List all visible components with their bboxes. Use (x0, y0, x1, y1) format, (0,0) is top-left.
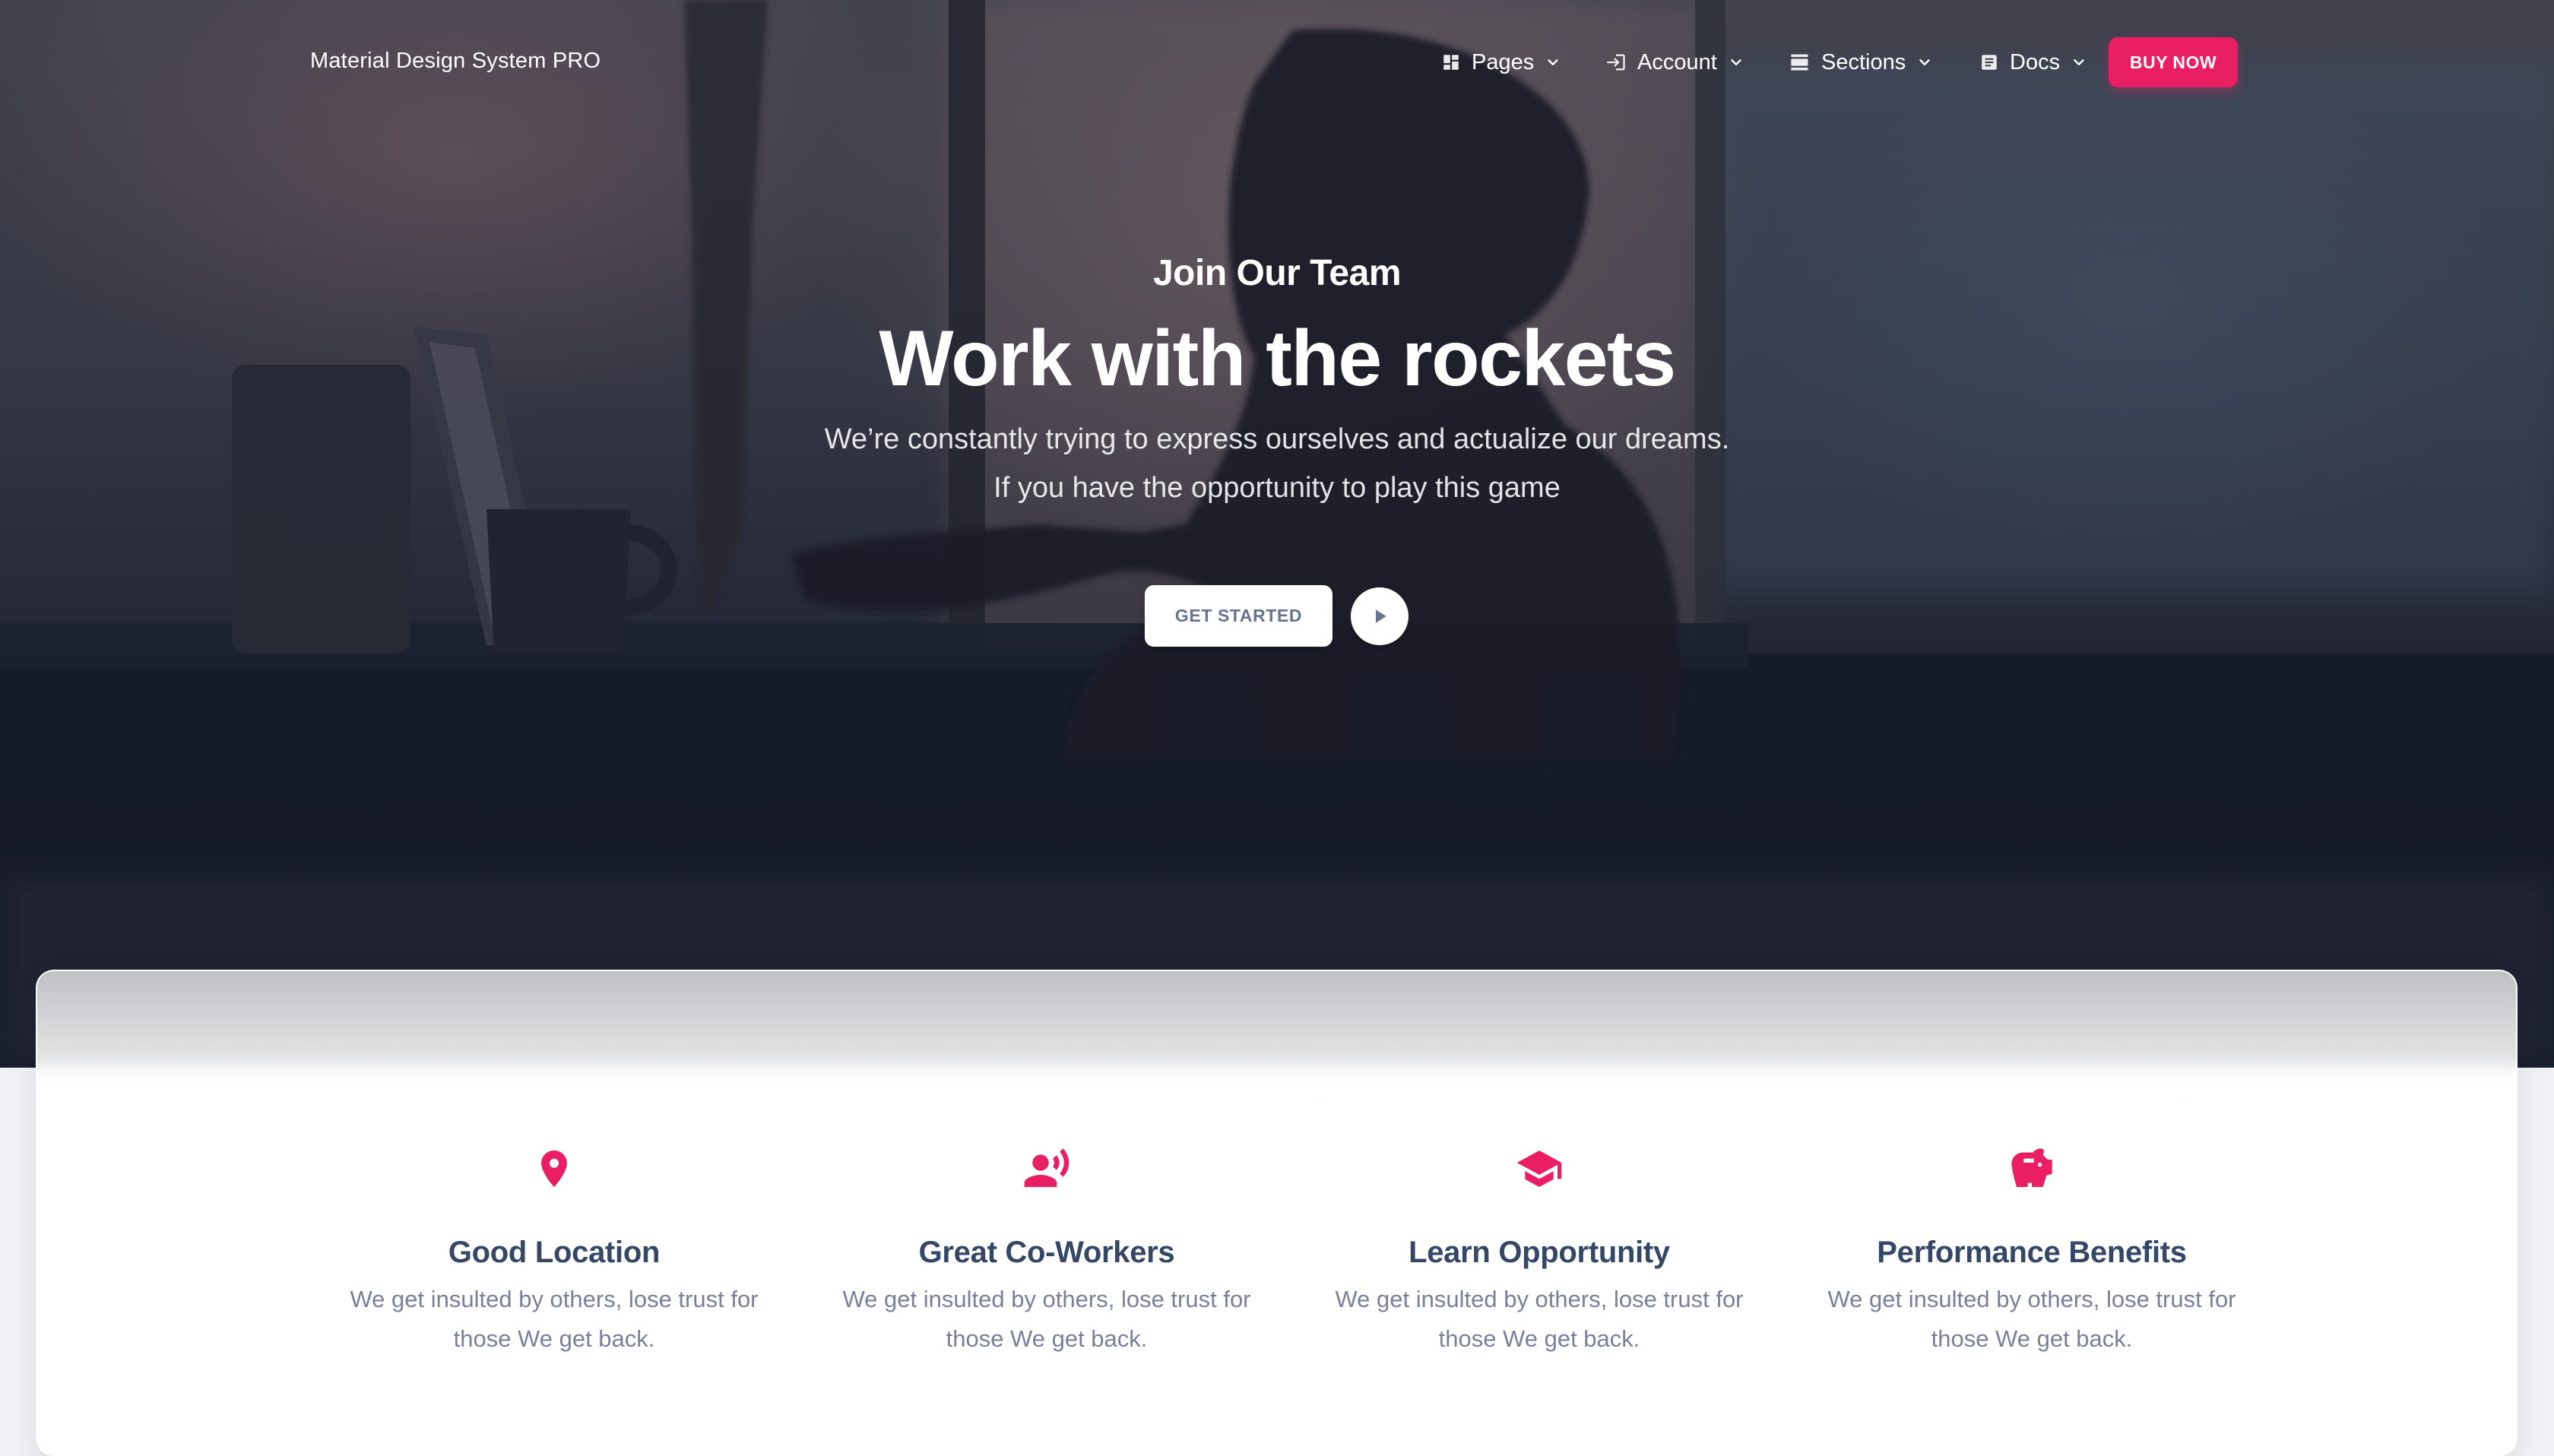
nav-item-sections-label: Sections (1821, 49, 1906, 74)
feature-description-line-2: those We get back. (1438, 1325, 1640, 1352)
location-pin-icon (541, 1150, 567, 1188)
features-card: Good Location We get insulted by others,… (36, 970, 2518, 1456)
feature-description-line-1: We get insulted by others, lose trust fo… (1827, 1286, 2236, 1312)
hero-cta-row: GET STARTED (1145, 585, 1409, 647)
nav-item-sections[interactable]: Sections (1789, 46, 1933, 79)
brand-link[interactable]: Material Design System PRO (310, 49, 600, 74)
play-video-button[interactable] (1351, 587, 1409, 645)
buy-now-button[interactable]: BUY NOW (2109, 37, 2238, 87)
feature-description: We get insulted by others, lose trust fo… (1323, 1280, 1756, 1359)
hero-content: Join Our Team Work with the rockets We’r… (0, 243, 2554, 512)
feature-learn-opportunity: Learn Opportunity We get insulted by oth… (1311, 1138, 1767, 1359)
top-navbar: Material Design System PRO Pages Account… (0, 0, 2554, 125)
feature-great-co-workers: Great Co-Workers We get insulted by othe… (819, 1138, 1275, 1359)
chevron-down-icon (1731, 59, 1741, 65)
hero-lead-line-2: If you have the opportunity to play this… (993, 472, 1561, 504)
get-started-button[interactable]: GET STARTED (1145, 585, 1332, 647)
feature-title: Good Location (448, 1236, 661, 1269)
nav-item-docs[interactable]: Docs (1979, 46, 2087, 79)
hero-title: Work with the rockets (879, 315, 1676, 403)
feature-title: Performance Benefits (1877, 1236, 2187, 1269)
feature-description-line-2: those We get back. (946, 1325, 1148, 1352)
feature-icon (326, 1138, 782, 1199)
feature-description: We get insulted by others, lose trust fo… (830, 1280, 1263, 1359)
chevron-down-icon (1919, 59, 1930, 65)
nav-item-account[interactable]: Account (1605, 46, 1744, 79)
hero-overlay (0, 0, 2554, 1068)
chevron-down-icon (2074, 59, 2084, 65)
nav-item-docs-label: Docs (2010, 49, 2061, 74)
nav-item-pages-label: Pages (1472, 49, 1535, 74)
feature-description-line-1: We get insulted by others, lose trust fo… (350, 1286, 759, 1312)
chevron-down-icon (1548, 59, 1558, 65)
feature-performance-benefits: Performance Benefits We get insulted by … (1804, 1138, 2260, 1359)
feature-description-line-2: those We get back. (453, 1325, 655, 1352)
savings-icon (2011, 1148, 2052, 1187)
login-icon (1607, 54, 1625, 71)
play-icon (1376, 609, 1386, 623)
feature-icon (1804, 1138, 2260, 1199)
record-voice-icon (1024, 1148, 1069, 1187)
school-icon (1516, 1151, 1562, 1187)
feature-good-location: Good Location We get insulted by others,… (326, 1138, 782, 1359)
feature-description-line-1: We get insulted by others, lose trust fo… (842, 1286, 1251, 1312)
nav-item-account-label: Account (1637, 49, 1717, 74)
hero-section: Material Design System PRO Pages Account… (0, 0, 2554, 1068)
feature-description: We get insulted by others, lose trust fo… (1815, 1280, 2248, 1359)
feature-title: Learn Opportunity (1409, 1236, 1670, 1269)
feature-title: Great Co-Workers (918, 1236, 1175, 1269)
hero-eyebrow: Join Our Team (1152, 253, 1402, 293)
feature-description-line-2: those We get back. (1931, 1325, 2133, 1352)
hero-lead: We’re constantly trying to express ourse… (0, 415, 2554, 512)
feature-description: We get insulted by others, lose trust fo… (337, 1280, 771, 1359)
feature-icon (819, 1138, 1275, 1199)
dashboard-icon (1443, 55, 1459, 70)
hero-lead-line-1: We’re constantly trying to express ourse… (824, 423, 1730, 455)
article-icon (1982, 55, 1997, 70)
view-day-icon (1791, 54, 1808, 71)
nav-item-pages[interactable]: Pages (1441, 46, 1561, 79)
feature-icon (1311, 1138, 1767, 1199)
feature-description-line-1: We get insulted by others, lose trust fo… (1335, 1286, 1744, 1312)
